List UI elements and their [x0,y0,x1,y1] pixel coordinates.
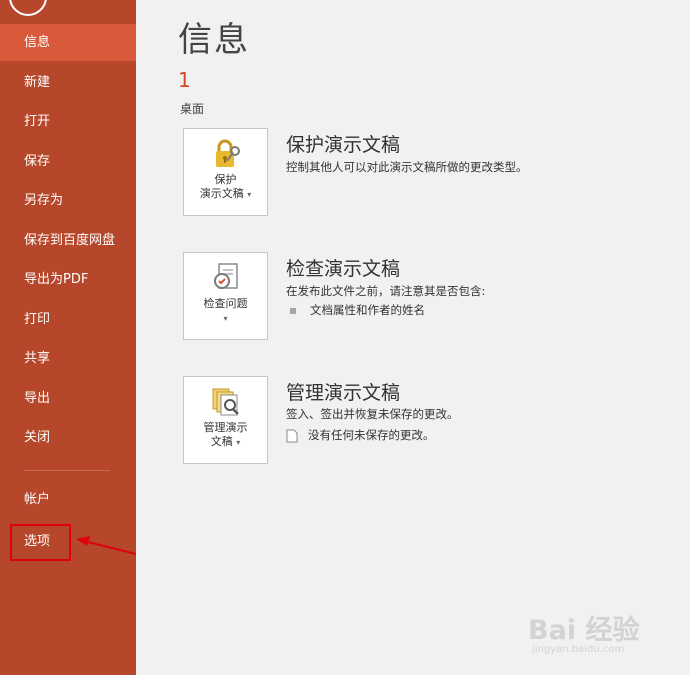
lock-key-icon [215,139,240,167]
protect-presentation-button[interactable]: 保护 演示文稿 ▾ [183,128,268,216]
inspect-section-desc: 在发布此文件之前，请注意其是否包含: [286,284,486,298]
doc-location: 桌面 [180,102,205,116]
sidebar-item-print[interactable]: 打印 [0,301,136,338]
manage-button-line1: 管理演示 [203,421,248,434]
manage-sub-text: 没有任何未保存的更改。 [308,428,435,442]
doc-index: 1 [178,68,191,92]
sidebar-item-export-pdf[interactable]: 导出为PDF [0,261,136,298]
options-highlight-box [10,524,71,561]
inspect-bullet-item: 文档属性和作者的姓名 [286,302,425,318]
dropdown-caret-icon: ▾ [223,314,228,323]
manage-button-line2: 文稿 [210,435,233,448]
manage-section-desc: 签入、签出并恢复未保存的更改。 [286,407,459,421]
manage-sub-item: 没有任何未保存的更改。 [286,427,435,443]
sidebar-item-save-as[interactable]: 另存为 [0,182,136,219]
watermark-logo: Bai 经验 jingyan.baidu.com [528,600,668,660]
manage-presentation-button[interactable]: 管理演示 文稿 ▾ [183,376,268,464]
manage-versions-icon [212,388,239,416]
protect-section-title: 保护演示文稿 [286,134,401,156]
check-issues-button[interactable]: 检查问题 ▾ [183,252,268,340]
protect-button-line1: 保护 [214,173,237,186]
inspect-section-title: 检查演示文稿 [286,258,401,280]
sidebar-item-account[interactable]: 帐户 [0,481,136,518]
manage-section-title: 管理演示文稿 [286,382,401,404]
sidebar-item-save[interactable]: 保存 [0,143,136,180]
backstage-sidebar: 信息 新建 打开 保存 另存为 保存到百度网盘 导出为PDF 打印 共享 导出 … [0,0,136,675]
watermark-brand: Bai 经验 [528,615,640,646]
protect-button-line2: 演示文稿 [199,187,244,200]
dropdown-caret-icon: ▾ [236,438,241,447]
document-icon [286,429,298,442]
check-issues-button-label: 检查问题 [203,297,248,310]
sidebar-item-new[interactable]: 新建 [0,64,136,101]
bullet-square-icon [290,307,296,314]
watermark-url: jingyan.baidu.com [532,644,625,655]
dropdown-caret-icon: ▾ [247,190,252,199]
sidebar-item-open[interactable]: 打开 [0,103,136,140]
sidebar-item-share[interactable]: 共享 [0,340,136,377]
page-title: 信息 [178,20,250,60]
sidebar-item-close[interactable]: 关闭 [0,419,136,456]
sidebar-item-save-to-baidu[interactable]: 保存到百度网盘 [0,222,136,259]
sidebar-item-info[interactable]: 信息 [0,24,136,61]
back-button[interactable] [9,0,47,16]
inspect-document-icon [213,263,238,289]
sidebar-item-export[interactable]: 导出 [0,380,136,417]
sidebar-divider [24,470,110,471]
protect-section-desc: 控制其他人可以对此演示文稿所做的更改类型。 [286,160,528,174]
inspect-bullet-text: 文档属性和作者的姓名 [310,303,425,317]
